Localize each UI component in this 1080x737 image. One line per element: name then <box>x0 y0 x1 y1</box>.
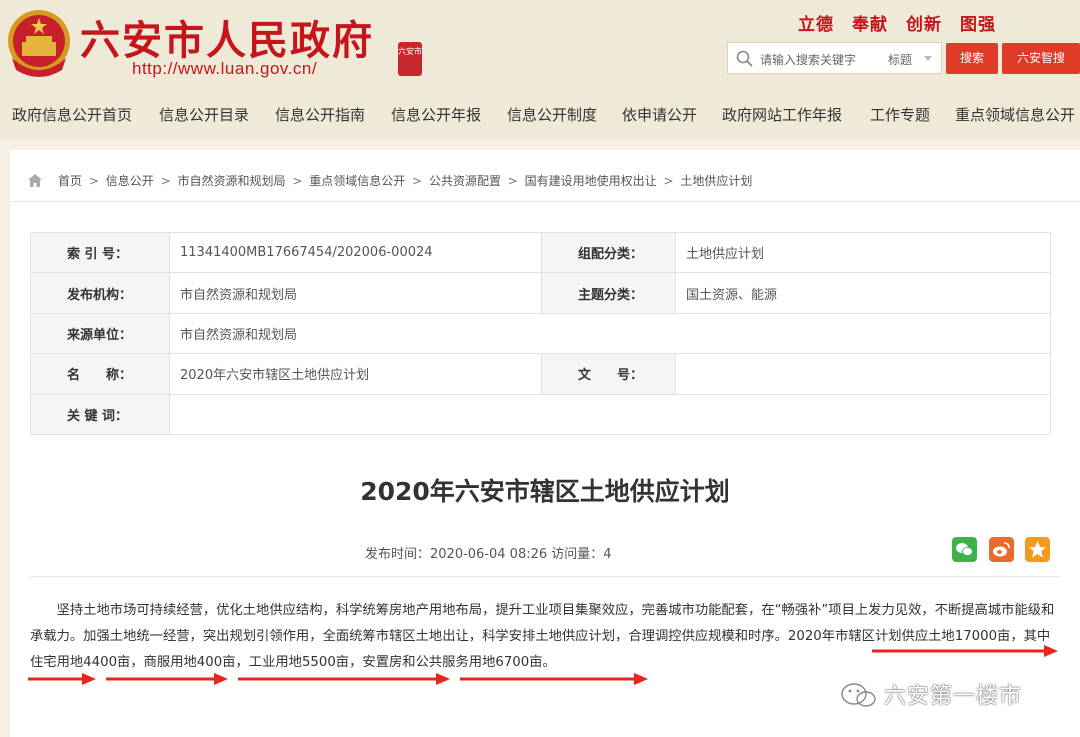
table-row: 关 键 词： <box>30 393 1051 435</box>
nav-item-info-home[interactable]: 政府信息公开首页 <box>12 104 132 125</box>
search-icon <box>736 50 753 67</box>
home-icon[interactable] <box>28 174 42 187</box>
nav-item-guide[interactable]: 信息公开指南 <box>275 104 365 125</box>
nav-item-topics[interactable]: 工作专题 <box>870 104 930 125</box>
chevron-down-icon[interactable] <box>924 56 932 61</box>
weibo-share-icon[interactable] <box>989 537 1014 562</box>
metadata-table: 索 引 号： 11341400MB17667454/202006-00024 组… <box>30 231 1051 435</box>
breadcrumb-separator: > <box>507 174 518 188</box>
breadcrumb-item-current[interactable]: 土地供应计划 <box>680 174 752 188</box>
breadcrumb-separator: > <box>412 174 423 188</box>
index-value: 11341400MB17667454/202006-00024 <box>169 231 542 274</box>
publisher-value: 市自然资源和规划局 <box>169 272 542 314</box>
smart-search-button[interactable]: 六安智搜 <box>1002 43 1080 74</box>
breadcrumb-item-home[interactable]: 首页 <box>58 174 82 188</box>
keywords-value <box>169 393 1051 435</box>
breadcrumb-separator: > <box>160 174 171 188</box>
site-url[interactable]: http://www.luan.gov.cn/ <box>132 59 317 79</box>
favorite-star-icon[interactable] <box>1025 537 1050 562</box>
table-row: 名 称： 2020年六安市辖区土地供应计划 文 号： <box>30 353 1051 395</box>
nav-item-catalog[interactable]: 信息公开目录 <box>159 104 249 125</box>
site-header: 六安市人民政府 http://www.luan.gov.cn/ 六安市 立德 奉… <box>0 0 1080 92</box>
docno-label: 文 号： <box>541 353 676 395</box>
slogan: 立德 奉献 创新 图强 <box>798 15 996 35</box>
article-title: 2020年六安市辖区土地供应计划 <box>360 477 730 506</box>
name-label: 名 称： <box>30 353 170 395</box>
table-row: 发布机构： 市自然资源和规划局 主题分类： 国土资源、能源 <box>30 272 1051 314</box>
search-input[interactable]: 请输入搜索关键字 <box>760 51 856 68</box>
topic-value: 国土资源、能源 <box>675 272 1051 314</box>
search-scope-select[interactable]: 标题 <box>888 51 912 68</box>
table-row: 来源单位： 市自然资源和规划局 <box>30 312 1051 355</box>
breadcrumb-item-info[interactable]: 信息公开 <box>106 174 154 188</box>
search-button[interactable]: 搜索 <box>946 43 998 74</box>
breadcrumb: 首页 > 信息公开 > 市自然资源和规划局 > 重点领域信息公开 > 公共资源配… <box>58 172 752 189</box>
breadcrumb-separator: > <box>663 174 674 188</box>
site-title: 六安市人民政府 <box>80 17 374 64</box>
nav-item-system[interactable]: 信息公开制度 <box>507 104 597 125</box>
category-value: 土地供应计划 <box>675 231 1051 274</box>
table-row: 索 引 号： 11341400MB17667454/202006-00024 组… <box>30 231 1051 274</box>
nav-item-key-areas[interactable]: 重点领域信息公开 <box>955 104 1075 125</box>
breadcrumb-separator: > <box>88 174 99 188</box>
nav-item-website-report[interactable]: 政府网站工作年报 <box>722 104 842 125</box>
breadcrumb-item-land-transfer[interactable]: 国有建设用地使用权出让 <box>525 174 657 188</box>
watermark-text: 六安第一楼市 <box>884 684 1023 709</box>
national-emblem-icon <box>8 10 70 77</box>
category-label: 组配分类： <box>541 231 676 274</box>
breadcrumb-item-key-areas[interactable]: 重点领域信息公开 <box>309 174 405 188</box>
publisher-label: 发布机构： <box>30 272 170 314</box>
keywords-label: 关 键 词： <box>30 393 170 435</box>
breadcrumb-separator: > <box>292 174 303 188</box>
nav-item-apply[interactable]: 依申请公开 <box>622 104 697 125</box>
source-value: 市自然资源和规划局 <box>169 312 1051 355</box>
seal-text: 六安市 <box>398 47 422 56</box>
source-label: 来源单位： <box>30 312 170 355</box>
seal-stamp: 六安市 <box>398 42 422 76</box>
index-label: 索 引 号： <box>30 231 170 274</box>
nav-item-annual-report[interactable]: 信息公开年报 <box>391 104 481 125</box>
breadcrumb-divider <box>10 201 1080 202</box>
search-box[interactable]: 请输入搜索关键字 标题 <box>727 42 942 74</box>
article-divider <box>30 576 1060 577</box>
breadcrumb-item-bureau[interactable]: 市自然资源和规划局 <box>177 174 285 188</box>
wechat-share-icon[interactable] <box>952 537 977 562</box>
breadcrumb-item-resources[interactable]: 公共资源配置 <box>429 174 501 188</box>
topic-label: 主题分类： <box>541 272 676 314</box>
article-info: 发布时间：2020-06-04 08:26 访问量：4 <box>365 547 612 562</box>
docno-value <box>675 353 1051 395</box>
main-nav: 政府信息公开首页 信息公开目录 信息公开指南 信息公开年报 信息公开制度 依申请… <box>0 92 1080 140</box>
name-value: 2020年六安市辖区土地供应计划 <box>169 353 542 395</box>
article-body: 坚持土地市场可持续经营，优化土地供应结构，科学统筹房地产用地布局，提升工业项目集… <box>30 603 1055 670</box>
